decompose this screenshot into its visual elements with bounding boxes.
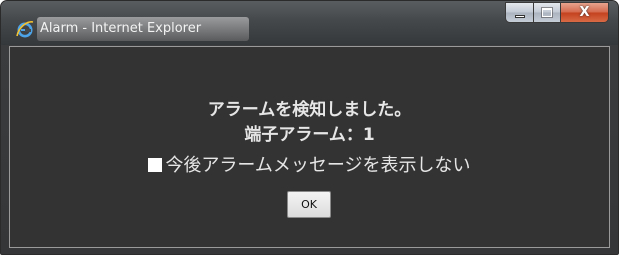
- title-bar[interactable]: Alarm - Internet Explorer X: [1, 1, 618, 45]
- ok-button[interactable]: OK: [287, 191, 331, 218]
- terminal-alarm-message: 端子アラーム：1: [244, 125, 375, 145]
- minimize-icon: [515, 15, 525, 18]
- suppress-option-row: 今後アラームメッセージを表示しない: [10, 151, 609, 177]
- browser-window: Alarm - Internet Explorer X アラームを検知しました。…: [0, 0, 619, 255]
- maximize-button[interactable]: [534, 2, 561, 23]
- caption-buttons: X: [505, 2, 609, 24]
- minimize-button[interactable]: [505, 2, 534, 23]
- window-title: Alarm - Internet Explorer: [40, 21, 202, 36]
- maximize-icon: [541, 7, 553, 18]
- alarm-detected-message: アラームを検知しました。: [207, 100, 412, 120]
- alarm-dialog-content: アラームを検知しました。 端子アラーム：1 今後アラームメッセージを表示しない …: [9, 46, 610, 248]
- close-button[interactable]: X: [561, 2, 609, 23]
- close-icon: X: [579, 5, 590, 20]
- suppress-messages-label[interactable]: 今後アラームメッセージを表示しない: [165, 155, 470, 176]
- internet-explorer-icon: [16, 21, 34, 38]
- suppress-messages-checkbox[interactable]: [148, 158, 163, 172]
